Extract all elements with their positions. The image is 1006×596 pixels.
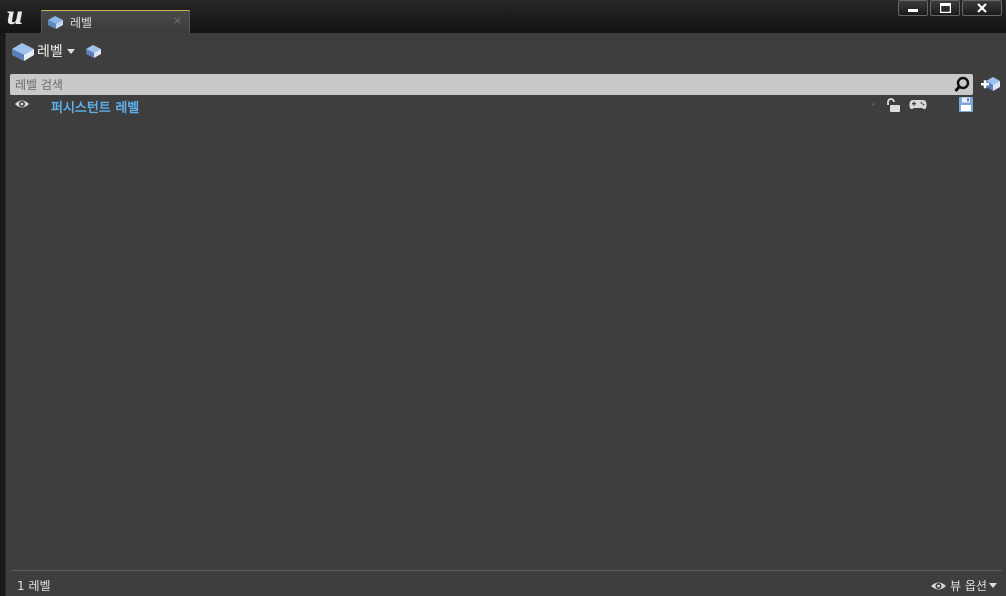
tab-label: 레벨 <box>70 16 93 30</box>
level-search-input[interactable] <box>10 74 950 95</box>
level-count-label: 1 레벨 <box>17 579 51 593</box>
add-level-icon[interactable] <box>980 74 1000 93</box>
view-options-button[interactable]: 뷰 옵션 <box>930 577 997 594</box>
search-icon[interactable] <box>954 76 970 93</box>
levels-menu-dropdown-icon[interactable] <box>66 48 75 54</box>
dirty-indicator <box>872 103 875 106</box>
gamepad-icon[interactable] <box>909 99 927 111</box>
view-options-eye-icon <box>931 582 946 589</box>
levels-menu-label[interactable]: 레벨 <box>37 41 63 61</box>
footer-divider <box>11 570 1002 571</box>
unreal-logo-icon[interactable]: u <box>6 3 32 29</box>
level-search-box <box>10 74 973 95</box>
tab-close-icon[interactable]: × <box>173 14 182 27</box>
save-icon[interactable] <box>959 97 973 112</box>
close-icon <box>977 3 987 13</box>
view-options-label: 뷰 옵션 <box>950 579 987 593</box>
close-button[interactable] <box>962 0 1002 16</box>
window-controls <box>898 0 1002 16</box>
lock-icon[interactable] <box>885 98 901 113</box>
minimize-button[interactable] <box>898 0 928 16</box>
eye-icon[interactable] <box>14 98 30 110</box>
levels-toolbar: 레벨 <box>11 40 103 62</box>
minimize-icon <box>908 9 918 12</box>
levels-panel: 레벨 퍼시스턴트 레벨 <box>5 33 1006 596</box>
level-name[interactable]: 퍼시스턴트 레벨 <box>51 97 139 116</box>
level-row[interactable]: 퍼시스턴트 레벨 <box>6 96 1006 116</box>
maximize-button[interactable] <box>930 0 960 16</box>
view-options-dropdown-icon <box>988 583 997 588</box>
levels-icon[interactable] <box>11 40 35 62</box>
levels-tab-icon <box>48 16 63 29</box>
title-bar: u 레벨 × <box>0 0 1006 33</box>
tab-levels[interactable]: 레벨 × <box>41 10 190 33</box>
maximize-icon <box>939 3 951 13</box>
level-details-icon[interactable] <box>85 43 103 59</box>
